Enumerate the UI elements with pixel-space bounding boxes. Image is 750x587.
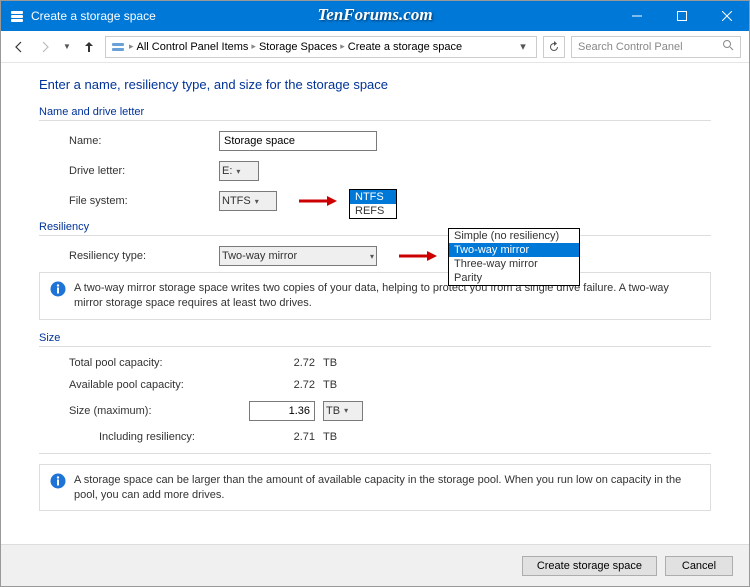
storage-spaces-icon: [110, 39, 126, 55]
size-info-text: A storage space can be larger than the a…: [74, 473, 700, 503]
section-heading-name-drive: Name and drive letter: [39, 106, 711, 118]
titlebar: Create a storage space: [1, 1, 749, 31]
size-info-box: A storage space can be larger than the a…: [39, 464, 711, 512]
including-resiliency-label: Including resiliency:: [99, 431, 249, 443]
size-unit-select[interactable]: TB▾: [323, 401, 363, 421]
window-title: Create a storage space: [31, 9, 614, 23]
divider: [39, 120, 711, 121]
search-icon: [722, 39, 734, 54]
name-input[interactable]: [219, 131, 377, 151]
arrow-annotation: [297, 194, 337, 208]
dropdown-option[interactable]: NTFS: [350, 190, 396, 204]
chevron-down-icon: ▾: [236, 167, 240, 176]
dropdown-option[interactable]: Simple (no resiliency): [449, 229, 579, 243]
resiliency-dropdown-open[interactable]: Simple (no resiliency) Two-way mirror Th…: [448, 228, 580, 286]
back-button[interactable]: [9, 37, 29, 57]
chevron-down-icon: ▾: [344, 406, 348, 415]
search-placeholder: Search Control Panel: [578, 41, 683, 53]
chevron-right-icon: ▸: [251, 41, 256, 52]
info-icon: [50, 473, 66, 489]
filesystem-label: File system:: [69, 195, 219, 207]
total-pool-label: Total pool capacity:: [69, 357, 249, 369]
button-bar: Create storage space Cancel: [1, 544, 749, 586]
resiliency-info-box: A two-way mirror storage space writes tw…: [39, 272, 711, 320]
resiliency-info-text: A two-way mirror storage space writes tw…: [74, 281, 700, 311]
chevron-right-icon: ▸: [129, 41, 134, 52]
available-pool-label: Available pool capacity:: [69, 379, 249, 391]
divider: [39, 346, 711, 347]
breadcrumb[interactable]: ▸ All Control Panel Items ▸ Storage Spac…: [105, 36, 537, 58]
breadcrumb-item[interactable]: All Control Panel Items: [137, 41, 249, 53]
including-resiliency-unit: TB: [315, 431, 337, 443]
breadcrumb-item[interactable]: Storage Spaces: [259, 41, 337, 53]
divider: [39, 453, 711, 454]
total-pool-value: 2.72: [249, 357, 315, 369]
drive-letter-label: Drive letter:: [69, 165, 219, 177]
cancel-button[interactable]: Cancel: [665, 556, 733, 576]
dropdown-option[interactable]: Two-way mirror: [449, 243, 579, 257]
filesystem-dropdown-open[interactable]: NTFS REFS: [349, 189, 397, 219]
recent-locations-button[interactable]: ▼: [61, 37, 73, 57]
drive-letter-select[interactable]: E:▾: [219, 161, 259, 181]
available-pool-value: 2.72: [249, 379, 315, 391]
forward-button[interactable]: [35, 37, 55, 57]
chevron-down-icon: ▾: [370, 252, 374, 261]
info-icon: [50, 281, 66, 297]
create-storage-space-button[interactable]: Create storage space: [522, 556, 657, 576]
breadcrumb-item[interactable]: Create a storage space: [348, 41, 462, 53]
maximize-button[interactable]: [659, 1, 704, 31]
close-button[interactable]: [704, 1, 749, 31]
divider: [39, 235, 711, 236]
dropdown-option[interactable]: REFS: [350, 204, 396, 218]
chevron-right-icon: ▸: [340, 41, 345, 52]
breadcrumb-dropdown-icon[interactable]: ▾: [514, 40, 532, 53]
section-heading-size: Size: [39, 332, 711, 344]
content-area: Enter a name, resiliency type, and size …: [1, 63, 749, 511]
available-pool-unit: TB: [315, 379, 337, 391]
arrow-annotation: [397, 249, 437, 263]
size-max-label: Size (maximum):: [69, 405, 249, 417]
dropdown-option[interactable]: Parity: [449, 271, 579, 285]
refresh-button[interactable]: [543, 36, 565, 58]
section-heading-resiliency: Resiliency: [39, 221, 711, 233]
app-icon: [9, 8, 25, 24]
resiliency-type-label: Resiliency type:: [69, 250, 219, 262]
navigation-toolbar: ▼ ▸ All Control Panel Items ▸ Storage Sp…: [1, 31, 749, 63]
size-max-input[interactable]: [249, 401, 315, 421]
name-label: Name:: [69, 135, 219, 147]
up-button[interactable]: [79, 37, 99, 57]
chevron-down-icon: ▾: [255, 197, 259, 206]
filesystem-select[interactable]: NTFS▾: [219, 191, 277, 211]
search-input[interactable]: Search Control Panel: [571, 36, 741, 58]
dropdown-option[interactable]: Three-way mirror: [449, 257, 579, 271]
resiliency-type-select[interactable]: Two-way mirror▾: [219, 246, 377, 266]
page-title: Enter a name, resiliency type, and size …: [39, 77, 711, 92]
total-pool-unit: TB: [315, 357, 337, 369]
minimize-button[interactable]: [614, 1, 659, 31]
including-resiliency-value: 2.71: [249, 431, 315, 443]
